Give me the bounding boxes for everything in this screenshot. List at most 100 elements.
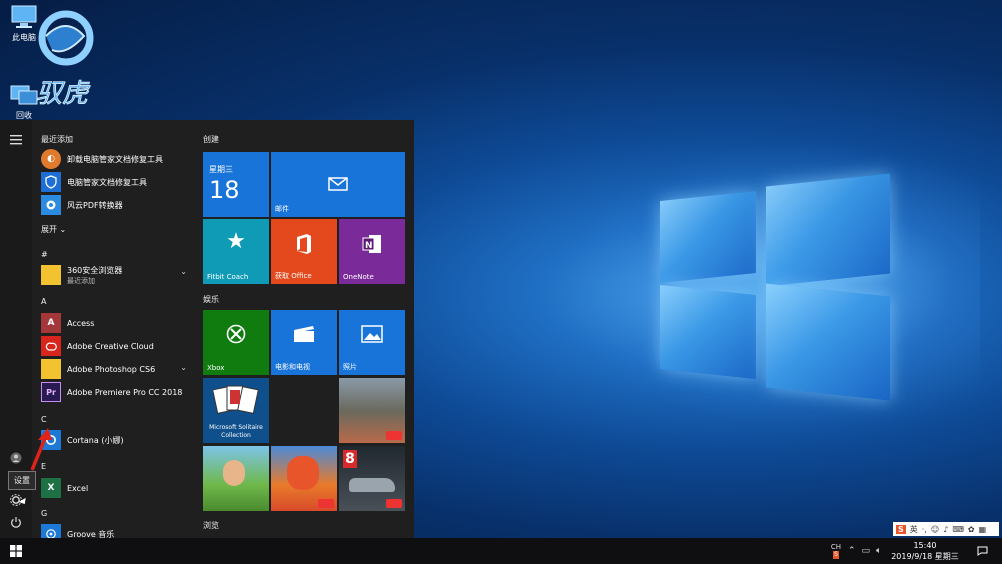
folder-icon [41,359,61,379]
language-indicator[interactable]: CH S [826,538,846,564]
game-tile-dragon[interactable] [271,446,337,511]
office-tile[interactable]: 获取 Office [271,219,337,284]
xbox-tile[interactable]: Xbox [203,310,269,375]
list-item[interactable]: 360安全浏览器 最近添加 ⌄ [41,262,193,288]
user-account-icon[interactable] [6,448,26,468]
wallpaper-window-pane [660,284,756,380]
groove-music-icon [41,524,61,538]
windows-logo-icon [10,545,22,557]
calendar-day-name: 星期三 [209,165,233,174]
language-label: CH [830,543,842,551]
shield-icon [41,172,61,192]
red-arrow-annotation [30,428,52,471]
start-button[interactable] [0,538,32,564]
group-title-browse: 浏览 [203,521,219,530]
tile-label: 照片 [343,363,357,371]
app-label: 360安全浏览器 [67,265,123,275]
expand-label: 展开 [41,225,57,234]
section-header-g[interactable]: G [41,509,47,518]
tiles-area: 创建 星期三 18 邮件 ★ Fitbit Coach 获取 Office N … [196,120,414,538]
list-item[interactable]: Cortana (小娜) [41,429,193,451]
movies-tv-tile[interactable]: 电影和电视 [271,310,337,375]
onenote-tile[interactable]: N OneNote [339,219,405,284]
keyboard-icon[interactable]: ⌨ [952,525,964,534]
action-center-icon[interactable] [974,538,990,564]
character-icon [223,460,245,486]
volume-icon[interactable]: 🔈︎ [876,546,881,556]
photos-tile[interactable]: 照片 [339,310,405,375]
game-tile-asphalt[interactable]: 8 [339,446,405,511]
list-item[interactable]: 风云PDF转换器 [41,194,193,216]
power-icon[interactable] [6,512,26,532]
list-item[interactable]: Adobe Photoshop CS6 ⌄ [41,358,193,380]
list-item[interactable]: X Excel [41,477,193,499]
taskbar-clock[interactable]: 15:40 2019/9/18 星期三 [890,540,960,562]
sogou-icon: S [896,524,906,534]
access-icon: A [41,313,61,333]
list-item[interactable]: 电脑管家文档修复工具 [41,171,193,193]
list-item[interactable]: A Access [41,312,193,334]
tile-label: 电影和电视 [275,363,310,371]
creative-cloud-icon [41,336,61,356]
game-badge-icon [386,431,402,440]
wallpaper-window-pane [766,173,890,287]
folder-icon [41,265,61,285]
fitbit-tile[interactable]: ★ Fitbit Coach [203,219,269,284]
recent-header: 最近添加 [41,135,73,144]
skin-icon[interactable]: ✿ [968,525,975,534]
office-icon [271,233,337,261]
clock-date: 2019/9/18 星期三 [891,552,959,561]
svg-text:N: N [365,241,373,251]
calendar-tile[interactable]: 星期三 18 [203,152,269,217]
xbox-icon [203,324,269,350]
desktop-icon-label: 回收 [16,111,32,120]
list-item[interactable]: ◐ 卸载电脑管家文档修复工具 [41,148,193,170]
chevron-up-icon[interactable]: ⌃ [848,546,856,556]
wallpaper-window-pane [660,190,756,284]
game-tile-strategy[interactable] [339,378,405,443]
section-header-hash[interactable]: # [41,250,48,259]
dragon-icon [287,456,319,490]
cards-icon [212,384,259,418]
toolbox-icon[interactable]: ▦ [979,525,987,534]
car-icon [349,478,395,492]
mail-tile[interactable]: 邮件 [271,152,405,217]
expand-button[interactable]: 展开 ⌄ [41,224,66,235]
star-icon: ★ [226,229,246,254]
wallpaper-window-pane [766,283,890,401]
calendar-day-number: 18 [209,176,240,204]
game-tile-gardenscapes[interactable] [203,446,269,511]
ime-toolbar[interactable]: S 英 ·, ☺ ♪ ⌨ ✿ ▦ [893,522,999,536]
microphone-icon[interactable]: ♪ [943,525,948,534]
clock-time: 15:40 [913,541,937,550]
mail-icon [271,172,405,197]
solitaire-tile[interactable]: Microsoft Solitaire Collection [203,378,269,443]
onenote-icon: N [339,233,405,261]
chevron-down-icon[interactable]: ⌄ [180,267,187,276]
chevron-down-icon[interactable]: ⌄ [180,363,187,372]
list-item[interactable]: Groove 音乐 [41,523,193,538]
punctuation-icon[interactable]: ·, [922,525,927,534]
game-badge-icon [318,499,334,508]
asphalt-8-icon: 8 [343,450,357,468]
network-icon[interactable]: ▭ [862,546,871,556]
ime-mode-label[interactable]: 英 [910,524,918,535]
svg-text:驭虎: 驭虎 [36,79,91,109]
section-header-c[interactable]: C [41,415,47,424]
group-title-play: 娱乐 [203,295,219,304]
taskbar: CH S ⌃ ▭ 🔈︎ 15:40 2019/9/18 星期三 [0,538,1002,564]
film-icon [271,324,337,349]
app-sublabel: 最近添加 [67,276,95,285]
emoji-icon[interactable]: ☺ [931,525,939,534]
group-title-create: 创建 [203,135,219,144]
excel-icon: X [41,478,61,498]
section-header-a[interactable]: A [41,297,46,306]
app-uninstall-icon: ◐ [41,149,61,169]
tile-label: 获取 Office [275,272,312,280]
start-menu: 设置 最近添加 ◐ 卸载电脑管家文档修复工具 电脑管家文档修复工具 风云PDF转… [0,120,414,538]
tile-label: Xbox [207,364,225,372]
list-item[interactable]: Adobe Creative Cloud [41,335,193,357]
pdf-converter-icon [41,195,61,215]
hamburger-menu-icon[interactable] [6,130,26,150]
list-item[interactable]: Pr Adobe Premiere Pro CC 2018 [41,381,193,403]
